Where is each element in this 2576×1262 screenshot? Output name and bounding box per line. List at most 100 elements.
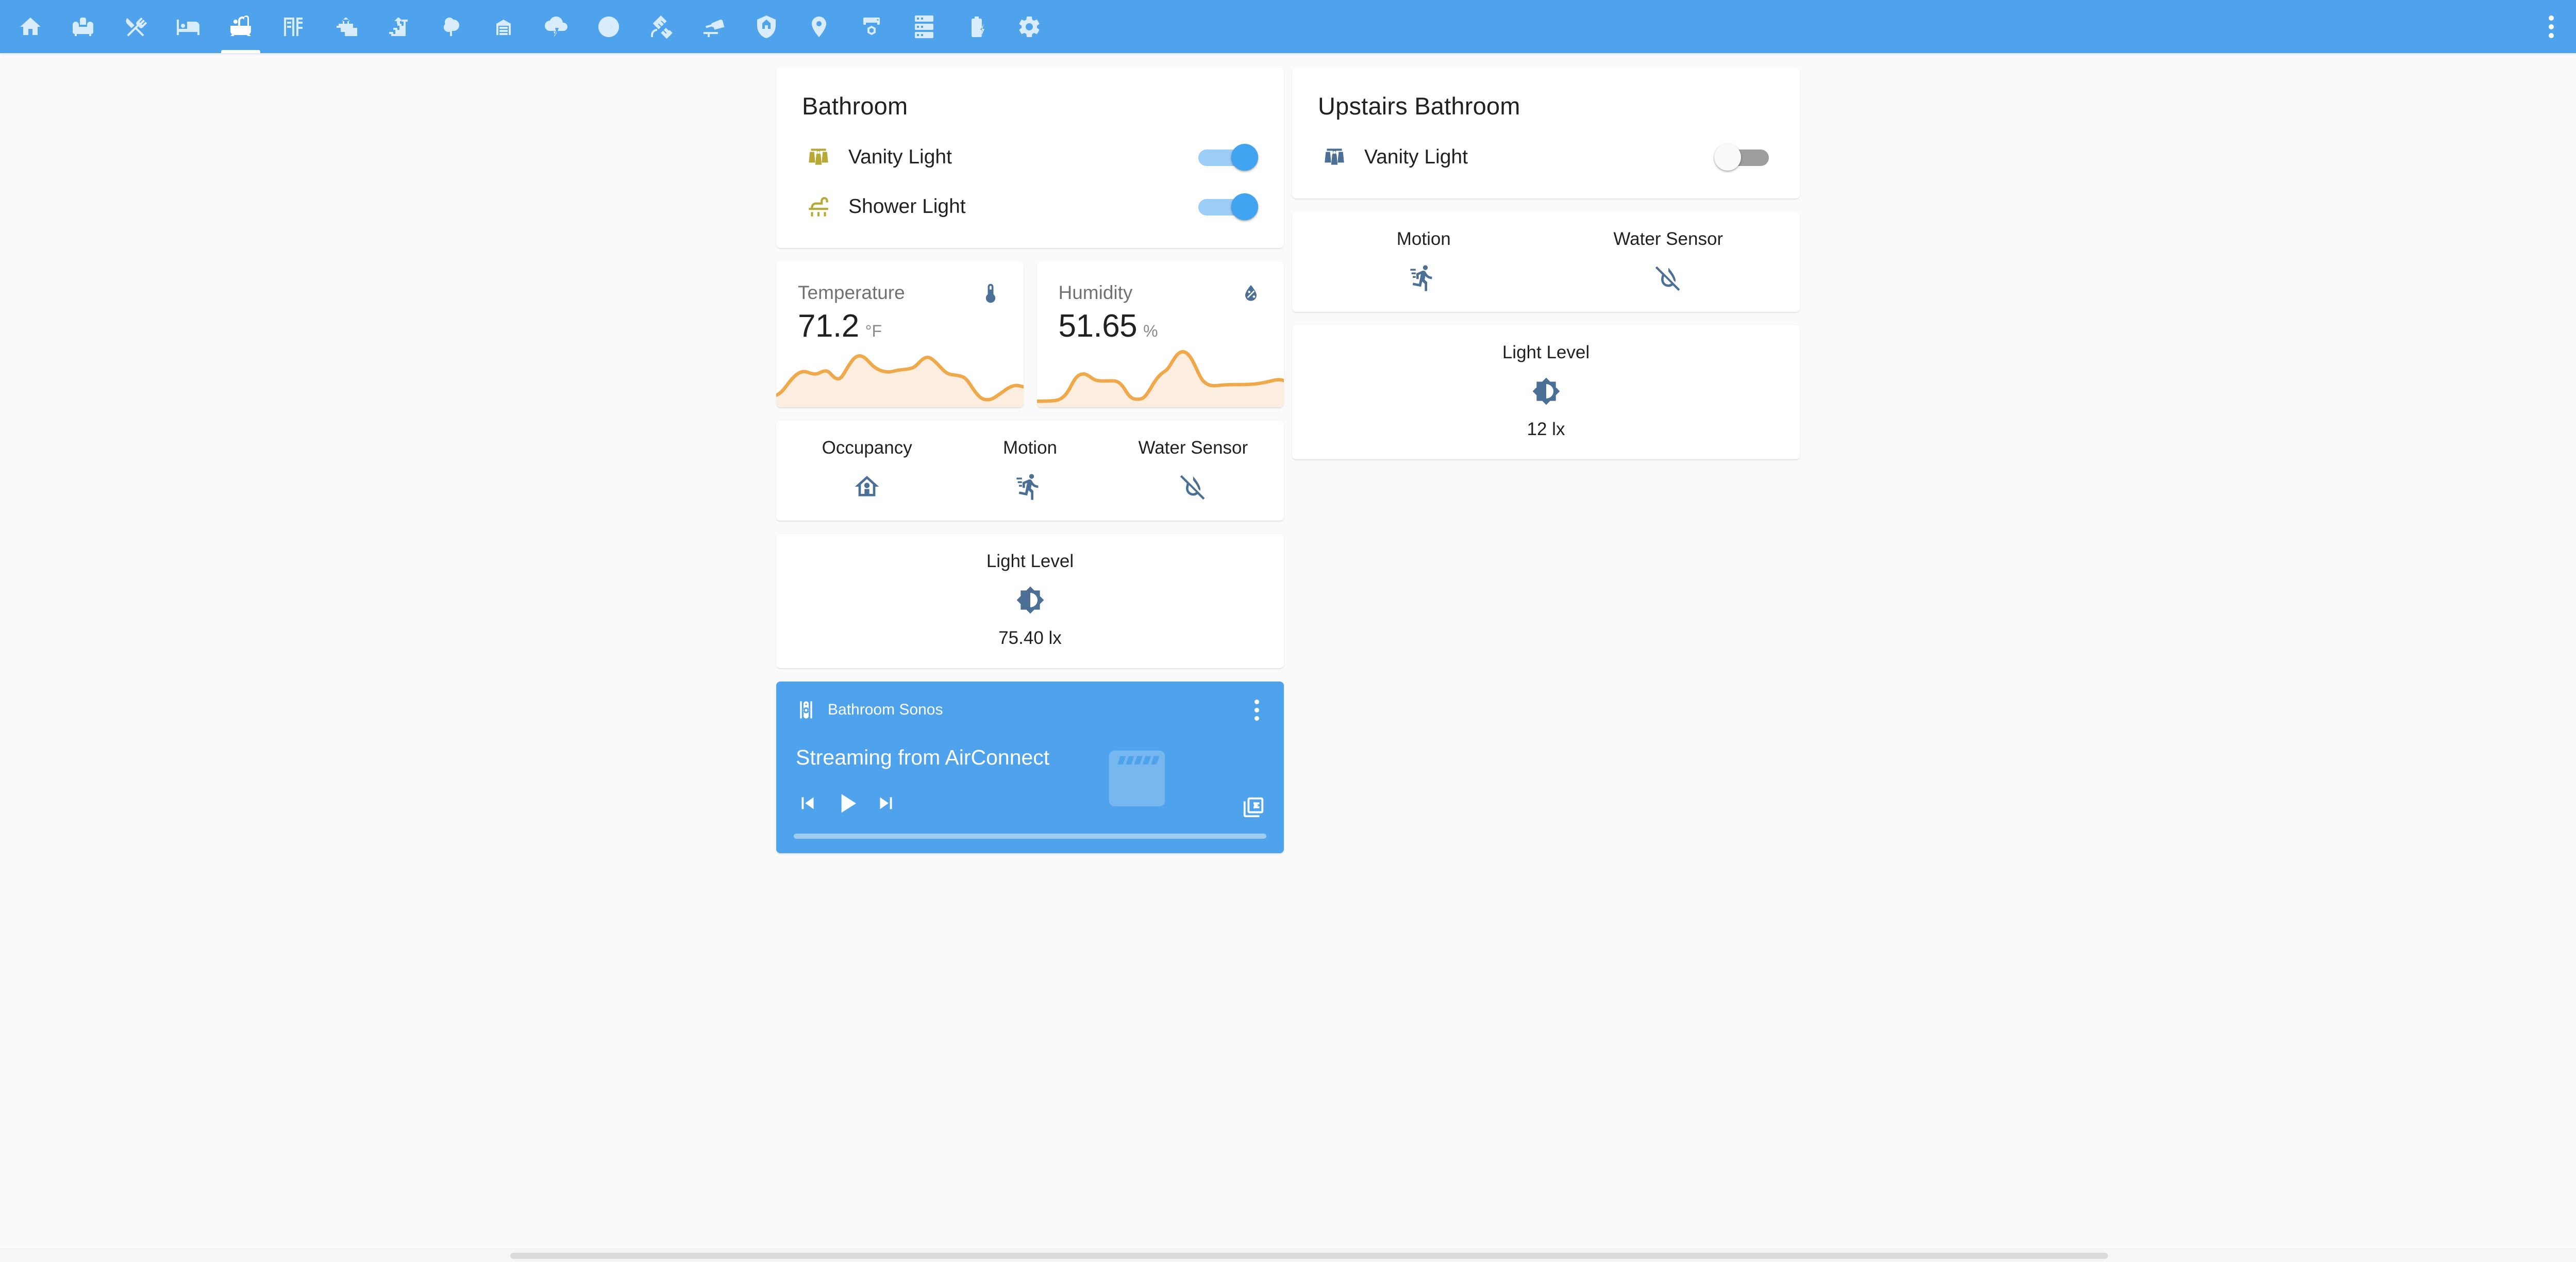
dots-vertical-icon [1254, 699, 1259, 721]
weather-lightning-icon [544, 14, 568, 39]
media-controls [796, 787, 898, 819]
cctv-icon [701, 14, 726, 39]
tab-satellite[interactable] [635, 0, 688, 53]
humidity-sensor-card[interactable]: Humidity 51.65 % [1036, 261, 1284, 408]
tab-bedroom[interactable] [162, 0, 214, 53]
tab-cameras[interactable] [688, 0, 740, 53]
water-off-icon [1179, 472, 1208, 501]
media-more-button[interactable] [1245, 696, 1268, 724]
run-icon [1409, 263, 1438, 292]
entity-row-vanity-light[interactable]: Vanity Light [802, 132, 1258, 182]
tab-security[interactable] [740, 0, 793, 53]
water-percent-icon [1240, 282, 1262, 305]
temperature-label: Temperature [798, 282, 905, 304]
overflow-menu-button[interactable] [2527, 0, 2576, 53]
toggle-upstairs-vanity-light[interactable] [1714, 144, 1774, 171]
humidity-value-row: 51.65 % [1037, 305, 1284, 344]
vanity-light-icon [1318, 144, 1351, 170]
thermometer-icon [979, 282, 1002, 305]
shield-home-icon [754, 14, 779, 39]
humidity-unit: % [1143, 322, 1158, 341]
desk-icon [281, 14, 306, 39]
bathtub-icon [228, 14, 253, 39]
tab-3d-printer[interactable] [845, 0, 898, 53]
horizontal-scrollbar[interactable] [0, 1249, 2576, 1262]
temperature-value-row: 71.2 °F [776, 305, 1024, 344]
vanity-light-icon [802, 144, 835, 170]
media-progress-fill [794, 834, 1266, 839]
column-left: Bathroom Vanity Light Shower Light Tempe… [776, 68, 1284, 854]
glance-item-upstairs-motion[interactable]: Motion [1301, 228, 1546, 292]
tab-location[interactable] [793, 0, 845, 53]
temperature-sensor-card[interactable]: Temperature 71.2 °F [776, 261, 1024, 408]
temperature-header: Temperature [776, 261, 1024, 305]
satellite-icon [649, 14, 674, 39]
tab-weather[interactable] [530, 0, 582, 53]
stairs-up-icon [386, 14, 411, 39]
bathroom-light-level-card: Light Level 75.40 lx [776, 534, 1284, 669]
map-marker-icon [807, 14, 831, 39]
tab-system[interactable] [898, 0, 950, 53]
humidity-label: Humidity [1058, 282, 1133, 304]
tab-downstairs[interactable] [320, 0, 372, 53]
toggle-shower-light[interactable] [1198, 193, 1258, 221]
dots-vertical-icon [2549, 15, 2554, 38]
bathroom-entity-list: Vanity Light Shower Light [776, 124, 1284, 248]
media-status-text: Streaming from AirConnect [796, 745, 1050, 770]
tab-bathroom[interactable] [214, 0, 267, 53]
media-play-button[interactable] [831, 787, 863, 819]
climate-sensor-row: Temperature 71.2 °F Humidity 51.65 % [776, 261, 1284, 408]
top-app-bar [0, 0, 2576, 53]
tab-living-room[interactable] [57, 0, 109, 53]
humidity-sparkline [1036, 339, 1284, 408]
media-previous-button[interactable] [796, 791, 819, 815]
tab-kitchen[interactable] [109, 0, 162, 53]
tab-garage[interactable] [477, 0, 530, 53]
temperature-sparkline [776, 339, 1024, 408]
glance-item-water-sensor[interactable]: Water Sensor [1112, 437, 1275, 501]
upstairs-bathroom-sensors-card: Motion Water Sensor [1292, 212, 1800, 312]
glance-label-light-level: Light Level [986, 551, 1074, 572]
sofa-icon [71, 14, 95, 39]
tab-settings[interactable] [1003, 0, 1056, 53]
glance-label-motion: Motion [1002, 438, 1058, 458]
bathroom-sensors-card: Occupancy Motion Water Sensor [776, 421, 1284, 521]
entity-row-upstairs-vanity-light[interactable]: Vanity Light [1318, 132, 1774, 182]
home-icon [18, 14, 43, 39]
toggle-vanity-light[interactable] [1198, 144, 1258, 171]
shower-icon [802, 194, 835, 220]
glance-item-light-level[interactable]: Light Level 75.40 lx [785, 551, 1275, 649]
bathroom-light-level-glance: Light Level 75.40 lx [776, 534, 1284, 668]
media-device-name: Bathroom Sonos [828, 701, 943, 719]
tab-upstairs[interactable] [372, 0, 425, 53]
glance-item-upstairs-water-sensor[interactable]: Water Sensor [1546, 228, 1791, 292]
tab-media[interactable] [582, 0, 635, 53]
glance-value-light-level: 75.40 lx [998, 628, 1062, 649]
bathroom-glance: Occupancy Motion Water Sensor [776, 421, 1284, 521]
tab-office[interactable] [267, 0, 320, 53]
music-album-icon [1103, 745, 1170, 812]
upstairs-bathroom-glance: Motion Water Sensor [1292, 212, 1800, 312]
dashboard-view: Bathroom Vanity Light Shower Light Tempe… [0, 53, 2576, 1262]
cog-icon [1017, 14, 1042, 39]
entity-row-shower-light[interactable]: Shower Light [802, 182, 1258, 231]
media-next-button[interactable] [874, 791, 898, 815]
tab-energy[interactable] [950, 0, 1003, 53]
tab-home[interactable] [4, 0, 57, 53]
glance-item-occupancy[interactable]: Occupancy [785, 437, 948, 501]
upstairs-bathroom-entities-card: Upstairs Bathroom Vanity Light [1292, 68, 1800, 199]
tab-outside[interactable] [425, 0, 477, 53]
glance-label-occupancy: Occupancy [822, 438, 912, 458]
browse-media-button[interactable] [1242, 795, 1265, 819]
play-circle-icon [596, 14, 621, 39]
printer-3d-icon [859, 14, 884, 39]
media-progress-bar[interactable] [794, 834, 1266, 839]
glance-item-upstairs-light-level[interactable]: Light Level 12 lx [1301, 342, 1791, 440]
bathroom-entities-card: Bathroom Vanity Light Shower Light [776, 68, 1284, 248]
upstairs-bathroom-title: Upstairs Bathroom [1318, 92, 1520, 120]
battery-charging-icon [964, 14, 989, 39]
glance-label-upstairs-motion: Motion [1396, 229, 1451, 250]
glance-item-motion[interactable]: Motion [948, 437, 1111, 501]
scrollbar-thumb[interactable] [510, 1253, 2108, 1259]
glance-value-upstairs-light-level: 12 lx [1527, 419, 1565, 440]
